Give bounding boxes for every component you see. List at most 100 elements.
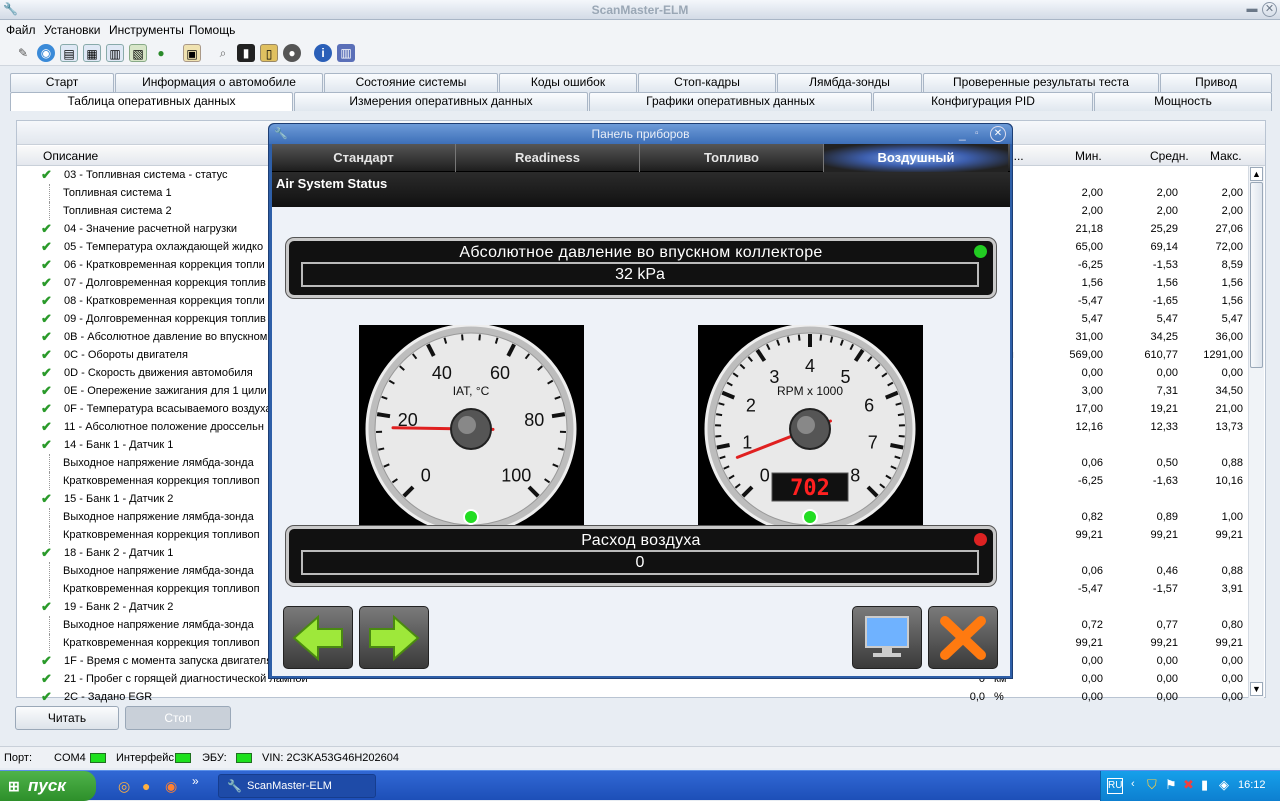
tab-system-status[interactable]: Состояние системы xyxy=(324,73,498,92)
dialog-restore-icon[interactable]: ▫ xyxy=(975,124,979,144)
dtab-readiness[interactable]: Readiness xyxy=(456,144,640,172)
table-scrollbar[interactable]: ▲ ▼ xyxy=(1248,166,1264,698)
info-icon[interactable]: i xyxy=(314,44,332,62)
checkmark-icon[interactable]: ✔ xyxy=(41,670,52,688)
checkmark-icon[interactable]: ✔ xyxy=(41,292,52,310)
search-icon[interactable]: ⌕ xyxy=(214,44,232,62)
document-icon[interactable]: ▤ xyxy=(60,44,78,62)
scroll-thumb[interactable] xyxy=(1250,182,1263,368)
tray-arrow-icon[interactable]: ‹ xyxy=(1131,778,1135,790)
dialog-tabs: Стандарт Readiness Топливо Воздушный xyxy=(272,144,1010,172)
checkmark-icon[interactable]: ✔ xyxy=(41,310,52,328)
globe-icon[interactable]: ◉ xyxy=(37,44,55,62)
checkmark-icon[interactable]: ✔ xyxy=(41,220,52,238)
tab-vehicle-info[interactable]: Информация о автомобиле xyxy=(115,73,323,92)
tab-power[interactable]: Мощность xyxy=(1094,92,1272,111)
dialog-minimize-icon[interactable]: _ xyxy=(959,124,966,144)
checkmark-icon[interactable]: ✔ xyxy=(41,364,52,382)
checkmark-icon[interactable]: ✔ xyxy=(41,418,52,436)
tab-drive[interactable]: Привод xyxy=(1160,73,1272,92)
book-icon[interactable]: ▥ xyxy=(337,44,355,62)
read-button[interactable]: Читать xyxy=(15,706,119,730)
connect-icon[interactable]: ✎ xyxy=(14,44,32,62)
graph-icon[interactable]: ▧ xyxy=(129,44,147,62)
checkmark-icon[interactable]: ✔ xyxy=(41,256,52,274)
menu-settings[interactable]: Установки xyxy=(44,23,100,37)
table-icon[interactable]: ▦ xyxy=(83,44,101,62)
scroll-up-icon[interactable]: ▲ xyxy=(1250,167,1263,181)
row-max: 1,56 xyxy=(1183,274,1243,292)
dtab-air[interactable]: Воздушный xyxy=(824,144,1008,172)
battery-icon[interactable]: ▯ xyxy=(260,44,278,62)
display-button[interactable] xyxy=(852,606,922,669)
tab-pid-config[interactable]: Конфигурация PID xyxy=(873,92,1093,111)
checkmark-icon[interactable]: ✔ xyxy=(41,688,52,706)
tab-live-measurements[interactable]: Измерения оперативных данных xyxy=(294,92,588,111)
checkmark-icon[interactable]: ✔ xyxy=(41,598,52,616)
checkmark-icon[interactable]: ✔ xyxy=(41,490,52,508)
dtab-standard[interactable]: Стандарт xyxy=(272,144,456,172)
checkmark-icon[interactable]: ✔ xyxy=(41,274,52,292)
row-min: 569,00 xyxy=(1043,346,1103,364)
network-icon[interactable]: ⚑ xyxy=(1165,777,1177,793)
menu-help[interactable]: Помощь xyxy=(189,23,235,37)
quicklaunch-3-icon[interactable]: ◉ xyxy=(165,778,177,795)
checkmark-icon[interactable]: ✔ xyxy=(41,382,52,400)
checkmark-icon[interactable]: ✔ xyxy=(41,544,52,562)
clipboard-icon[interactable]: ▣ xyxy=(183,44,201,62)
row-unit: % xyxy=(994,688,1004,706)
row-avg: 0,89 xyxy=(1118,508,1178,526)
row-max: 1,56 xyxy=(1183,292,1243,310)
col-avg[interactable]: Средн. xyxy=(1150,149,1189,163)
checkmark-icon[interactable]: ✔ xyxy=(41,652,52,670)
table-row[interactable]: ✔2C - Задано EGR0,0%0,000,000,00 xyxy=(17,688,1247,706)
tab-test-results[interactable]: Проверенные результаты теста xyxy=(923,73,1159,92)
checkmark-icon[interactable]: ✔ xyxy=(41,346,52,364)
tab-error-codes[interactable]: Коды ошибок xyxy=(499,73,637,92)
checkmark-icon[interactable]: ✔ xyxy=(41,238,52,256)
prev-button[interactable] xyxy=(283,606,353,669)
volume-icon[interactable]: ◈ xyxy=(1219,777,1229,793)
col-unit[interactable]: н... xyxy=(1007,149,1047,163)
close-dashboard-button[interactable] xyxy=(928,606,998,669)
checkmark-icon[interactable]: ✔ xyxy=(41,400,52,418)
checkmark-icon[interactable]: ✔ xyxy=(41,166,52,184)
tab-freeze-frames[interactable]: Стоп-кадры xyxy=(638,73,776,92)
stop-icon[interactable]: ● xyxy=(283,44,301,62)
tab-live-graphs[interactable]: Графики оперативных данных xyxy=(589,92,872,111)
start-button[interactable]: ⊞ пуск xyxy=(0,771,96,801)
airflow-status-led xyxy=(974,533,987,546)
tab-lambda[interactable]: Лямбда-зонды xyxy=(777,73,922,92)
tray-device-icon[interactable]: ▮ xyxy=(1201,777,1208,793)
menu-file[interactable]: Файл xyxy=(6,23,36,37)
chart-icon[interactable]: ▥ xyxy=(106,44,124,62)
row-max: 8,59 xyxy=(1183,256,1243,274)
dtab-fuel[interactable]: Топливо xyxy=(640,144,824,172)
tray-alert-icon[interactable]: ✖ xyxy=(1183,777,1194,793)
dashboard-icon[interactable]: ● xyxy=(152,44,170,62)
quicklaunch-1-icon[interactable]: ◎ xyxy=(118,778,130,795)
col-max[interactable]: Макс. xyxy=(1210,149,1242,163)
status-bar: Порт: COM4 Интерфейс: ЭБУ: VIN: 2C3KA53G… xyxy=(0,746,1280,768)
quicklaunch-2-icon[interactable]: ● xyxy=(142,778,150,794)
taskbar-item-scanmaster[interactable]: 🔧 ScanMaster-ELM xyxy=(218,774,376,798)
quicklaunch-more-icon[interactable]: » xyxy=(192,774,199,788)
terminal-icon[interactable]: ▮ xyxy=(237,44,255,62)
language-indicator[interactable]: RU xyxy=(1107,778,1123,794)
checkmark-icon[interactable]: ✔ xyxy=(41,436,52,454)
minimize-icon[interactable]: ▬ xyxy=(1244,3,1260,17)
checkmark-icon[interactable]: ✔ xyxy=(41,328,52,346)
tab-start[interactable]: Старт xyxy=(10,73,114,92)
shield-icon[interactable]: ⛉ xyxy=(1147,777,1157,793)
scroll-down-icon[interactable]: ▼ xyxy=(1250,682,1263,696)
stop-button[interactable]: Стоп xyxy=(125,706,231,730)
menu-tools[interactable]: Инструменты xyxy=(109,23,184,37)
next-button[interactable] xyxy=(359,606,429,669)
dialog-titlebar[interactable]: 🔧 Панель приборов _ ▫ ✕ xyxy=(269,124,1012,144)
tab-live-data-table[interactable]: Таблица оперативных данных xyxy=(10,92,293,111)
dialog-close-icon[interactable]: ✕ xyxy=(990,126,1006,142)
close-icon[interactable]: ✕ xyxy=(1262,2,1277,17)
col-min[interactable]: Мин. xyxy=(1075,149,1102,163)
col-description[interactable]: Описание xyxy=(43,149,98,163)
row-max: 2,00 xyxy=(1183,202,1243,220)
